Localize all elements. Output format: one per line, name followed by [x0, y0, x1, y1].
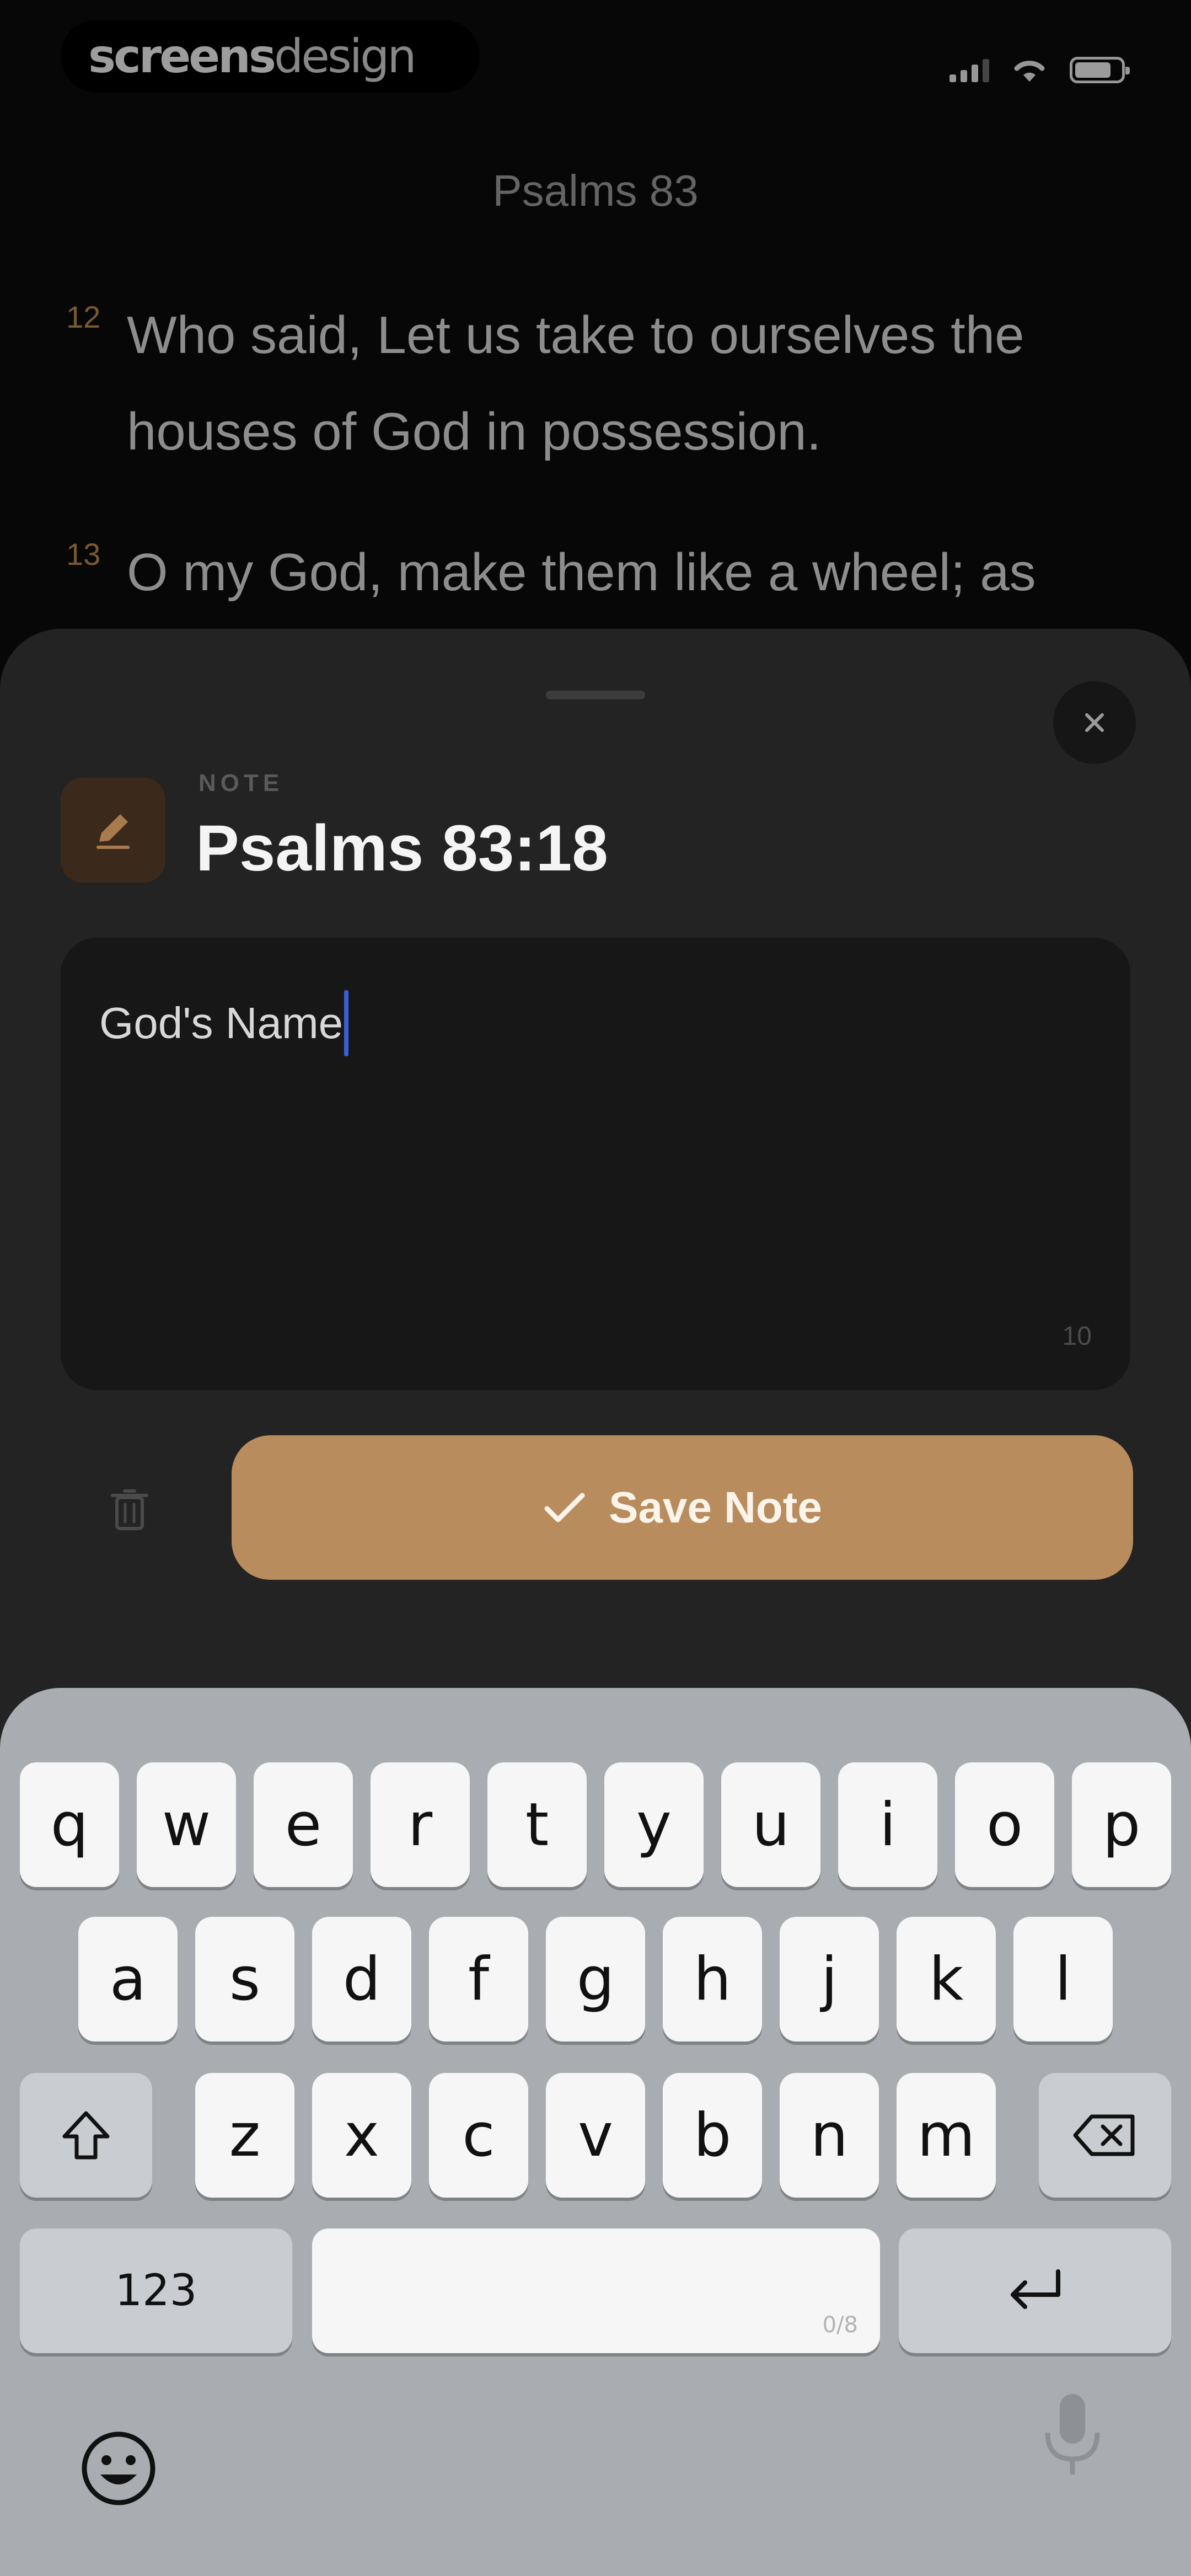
key-i[interactable]: i [838, 1762, 937, 1887]
delete-note-button[interactable] [61, 1435, 198, 1584]
microphone-icon [1045, 2394, 1100, 2475]
save-note-button[interactable]: Save Note [232, 1435, 1133, 1580]
backspace-key[interactable] [1039, 2073, 1171, 2198]
key-b[interactable]: b [663, 2073, 762, 2198]
trash-icon [111, 1489, 148, 1530]
keyboard: q w e r t y u i o p a s d f g h j k l z … [0, 1688, 1191, 2576]
note-title: Psalms 83:18 [196, 812, 608, 885]
character-count: 10 [1062, 1322, 1092, 1351]
key-h[interactable]: h [663, 1917, 762, 2041]
note-input-value[interactable]: God's Name [99, 990, 349, 1056]
return-key[interactable] [899, 2228, 1171, 2353]
emoji-button[interactable] [77, 2427, 160, 2510]
numbers-key[interactable]: 123 [20, 2228, 292, 2353]
key-l[interactable]: l [1013, 1917, 1113, 2041]
key-w[interactable]: w [137, 1762, 236, 1887]
key-y[interactable]: y [604, 1762, 704, 1887]
key-g[interactable]: g [546, 1917, 645, 2041]
checkmark-icon [544, 1493, 585, 1522]
key-s[interactable]: s [195, 1917, 294, 2041]
note-textarea[interactable]: God's Name 10 [61, 938, 1130, 1390]
key-t[interactable]: t [487, 1762, 587, 1887]
key-j[interactable]: j [780, 1917, 879, 2041]
key-v[interactable]: v [546, 2073, 645, 2198]
key-m[interactable]: m [897, 2073, 996, 2198]
key-f[interactable]: f [429, 1917, 528, 2041]
key-k[interactable]: k [897, 1917, 996, 2041]
note-caption: NOTE [198, 769, 284, 797]
backspace-icon [1073, 2114, 1135, 2156]
key-r[interactable]: r [371, 1762, 470, 1887]
return-icon [1011, 2269, 1060, 2309]
emoji-icon [82, 2431, 155, 2505]
key-u[interactable]: u [721, 1762, 820, 1887]
save-note-label: Save Note [609, 1483, 822, 1532]
shift-icon [62, 2111, 110, 2160]
note-text: God's Name [99, 998, 344, 1047]
key-d[interactable]: d [312, 1917, 411, 2041]
key-c[interactable]: c [429, 2073, 528, 2198]
space-key[interactable]: 0/8 [312, 2228, 880, 2353]
note-icon-badge [61, 778, 165, 883]
key-o[interactable]: o [955, 1762, 1054, 1887]
space-hint: 0/8 [822, 2312, 858, 2338]
key-e[interactable]: e [254, 1762, 353, 1887]
sheet-grabber[interactable] [546, 691, 645, 699]
dictation-button[interactable] [1031, 2388, 1114, 2482]
key-p[interactable]: p [1072, 1762, 1171, 1887]
key-q[interactable]: q [20, 1762, 119, 1887]
shift-key[interactable] [20, 2073, 152, 2198]
key-n[interactable]: n [780, 2073, 879, 2198]
key-x[interactable]: x [312, 2073, 411, 2198]
close-button[interactable] [1053, 681, 1136, 764]
close-icon [1085, 713, 1104, 732]
key-a[interactable]: a [78, 1917, 178, 2041]
key-z[interactable]: z [195, 2073, 294, 2198]
text-caret [344, 990, 349, 1056]
pencil-icon [96, 814, 130, 849]
